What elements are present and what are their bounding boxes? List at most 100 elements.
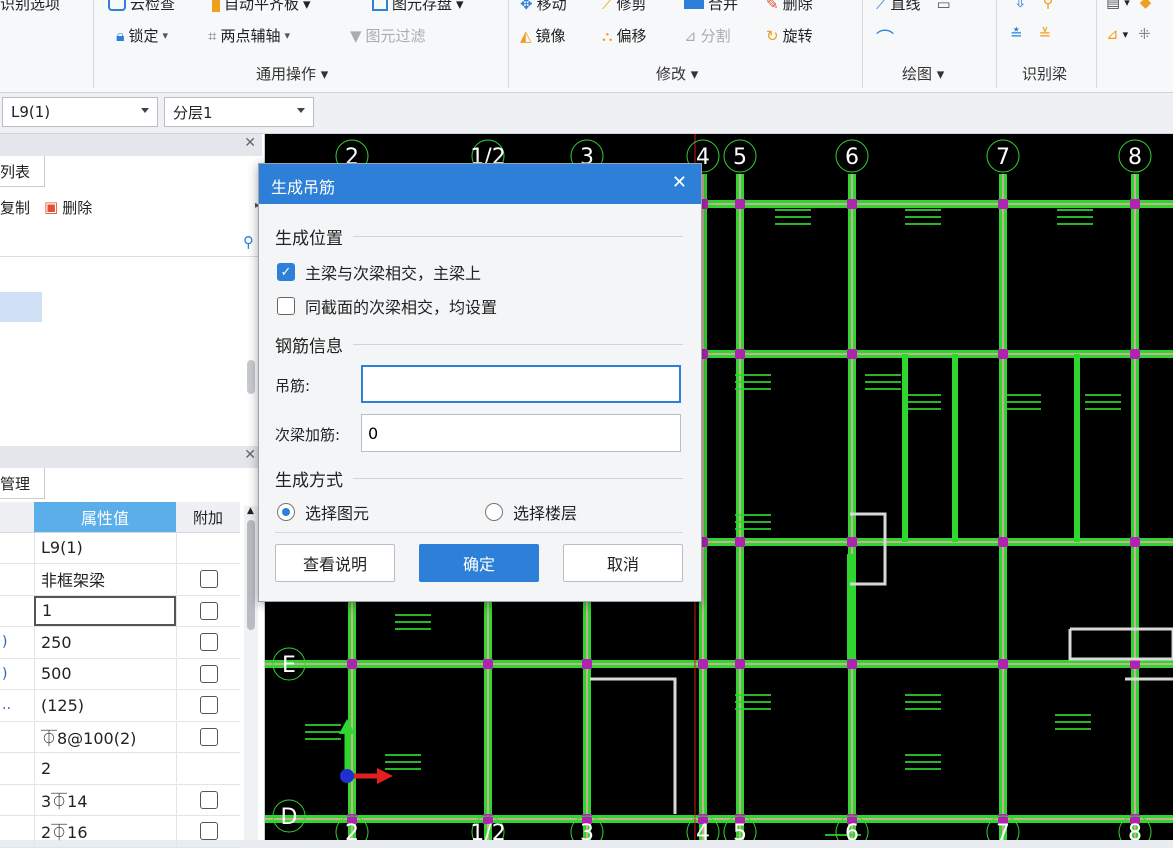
rebar-annotation [1085, 401, 1121, 403]
list-scrollbar[interactable] [247, 360, 255, 394]
same-section-checkbox[interactable]: 同截面的次梁相交，均设置 [277, 294, 497, 318]
ribbon-separator [1096, 0, 1097, 88]
property-row[interactable]: ) 500 [0, 658, 240, 690]
group-identify-beam[interactable]: 识别梁 [1022, 63, 1067, 84]
scroll-up-icon[interactable]: ▲ [247, 506, 254, 516]
identify-beam-tool-1[interactable]: ⇩ ⚲ [1014, 0, 1054, 11]
layer-select[interactable]: 分层1 [164, 97, 314, 127]
add-checkbox[interactable] [200, 570, 218, 588]
close-icon[interactable]: ✕ [672, 172, 687, 193]
rebar-annotation [905, 223, 941, 225]
property-add-cell [176, 784, 241, 815]
recognize-options-button[interactable]: 识别选项 [0, 0, 60, 14]
rebar-annotation [1055, 714, 1091, 716]
property-row[interactable]: .. (125) [0, 690, 240, 722]
list-search-input[interactable]: ⚲ [0, 230, 258, 257]
trim-button[interactable]: ⟋ 修剪 [602, 0, 647, 14]
group-modify[interactable]: 修改 ▾ [656, 63, 698, 84]
property-row[interactable]: 1 [0, 595, 240, 627]
property-value[interactable]: 非框架梁 [34, 564, 176, 594]
close-icon[interactable]: ✕ [244, 447, 256, 463]
panel-header: ✕ [0, 134, 262, 156]
delete-button[interactable]: ✎ 删除 [766, 0, 813, 14]
extra-tool-1[interactable]: ▤ ▾ ◆ [1106, 0, 1151, 11]
element-filter-button[interactable]: ▼ 图元过滤 [350, 25, 426, 46]
cancel-button[interactable]: 取消 [563, 544, 683, 582]
delete-list-button[interactable]: ▣ 删除 [44, 197, 92, 218]
merge-button[interactable]: 合并 [684, 0, 738, 14]
selected-list-item[interactable] [0, 292, 42, 322]
column-node [735, 349, 745, 359]
rebar-annotation [385, 761, 421, 763]
property-value[interactable]: 250 [34, 627, 176, 657]
property-value[interactable]: (125) [34, 690, 176, 720]
property-value[interactable]: 2 [34, 753, 176, 783]
rebar-annotation [905, 216, 941, 218]
axis-label-top: 7 [996, 145, 1010, 170]
property-row[interactable]: L9(1) [0, 532, 240, 564]
add-checkbox[interactable] [200, 696, 218, 714]
radio-select-element[interactable]: 选择图元 [277, 500, 369, 524]
property-value[interactable]: 500 [34, 658, 176, 689]
panel-header: ✕ [0, 446, 262, 468]
tab-list[interactable]: 列表 [0, 156, 45, 187]
property-row[interactable]: 非框架梁 [0, 564, 240, 596]
element-select[interactable]: L9(1) [2, 97, 158, 127]
secondary-rebar-input[interactable] [361, 414, 681, 452]
auto-align-slab-button[interactable]: 自动平齐板 ▾ [212, 0, 311, 14]
offset-button[interactable]: ⛬ 偏移 [602, 25, 647, 46]
radio-select-floor[interactable]: 选择楼层 [485, 500, 577, 524]
property-value[interactable]: L9(1) [34, 532, 176, 563]
help-button[interactable]: 查看说明 [275, 544, 395, 582]
rebar-annotation [735, 521, 771, 523]
add-checkbox[interactable] [200, 727, 218, 746]
search-icon: ⚲ [243, 233, 254, 251]
property-value[interactable]: 2⏁16 [34, 816, 176, 846]
add-checkbox[interactable] [200, 601, 218, 620]
cloud-check-button[interactable]: 云检查 [108, 0, 175, 14]
property-value[interactable]: ⏁8@100(2) [34, 721, 176, 752]
rebar-annotation [905, 408, 941, 410]
rebar-annotation [905, 701, 941, 703]
line-button[interactable]: ⟋ 直线 ▭ [876, 0, 951, 14]
tab-manage[interactable]: 管理 [0, 468, 45, 499]
rebar-annotation [865, 388, 901, 390]
rebar-annotation [905, 761, 941, 763]
add-checkbox[interactable] [200, 822, 218, 840]
element-save-button[interactable]: 图元存盘 ▾ [372, 0, 464, 14]
close-icon[interactable]: ✕ [244, 135, 256, 151]
ok-button[interactable]: 确定 [419, 544, 539, 582]
check-icon: ✓ [277, 263, 295, 281]
add-checkbox[interactable] [200, 664, 218, 683]
mirror-button[interactable]: ◭ 镜像 [520, 25, 566, 46]
ribbon-separator [508, 0, 509, 88]
property-value[interactable]: 3⏁14 [34, 784, 176, 815]
arc-button[interactable]: ⌒ [876, 25, 894, 51]
secondary-beam [902, 354, 908, 542]
extra-tool-2[interactable]: ⊿ ▾ ⁜ [1106, 25, 1151, 43]
identify-beam-tool-2[interactable]: ≛ ≚ [1010, 25, 1051, 43]
add-checkbox[interactable] [200, 633, 218, 651]
scroll-thumb[interactable] [247, 520, 255, 630]
axis-label-top: 5 [733, 145, 747, 170]
property-row[interactable]: 3⏁14 [0, 784, 240, 816]
hanger-input[interactable] [361, 365, 681, 403]
property-value[interactable]: 1 [34, 595, 176, 626]
lock-button[interactable]: 🔒︎ 锁定 ▾ [116, 25, 168, 46]
group-common-ops[interactable]: 通用操作 ▾ [256, 63, 328, 84]
split-button[interactable]: ⊿ 分割 [684, 25, 731, 46]
property-row[interactable]: 2⏁16 [0, 816, 240, 848]
property-row[interactable]: ⏁8@100(2) [0, 721, 240, 753]
prop-scrollbar[interactable]: ▲ [244, 506, 258, 840]
two-point-axis-button[interactable]: ⌗ 两点辅轴 ▾ [208, 25, 290, 46]
property-row[interactable]: 2 [0, 753, 240, 785]
rotate-button[interactable]: ↻ 旋转 [766, 25, 813, 46]
move-button[interactable]: ✥ 移动 [520, 0, 567, 14]
copy-button[interactable]: 复制 [0, 197, 30, 218]
main-secondary-checkbox[interactable]: ✓ 主梁与次梁相交，主梁上 [277, 260, 481, 284]
rebar-annotation [1057, 209, 1093, 211]
property-row[interactable]: ) 250 [0, 627, 240, 659]
add-checkbox[interactable] [200, 790, 218, 809]
delete-icon: ▣ [44, 198, 59, 216]
group-draw[interactable]: 绘图 ▾ [902, 63, 944, 84]
